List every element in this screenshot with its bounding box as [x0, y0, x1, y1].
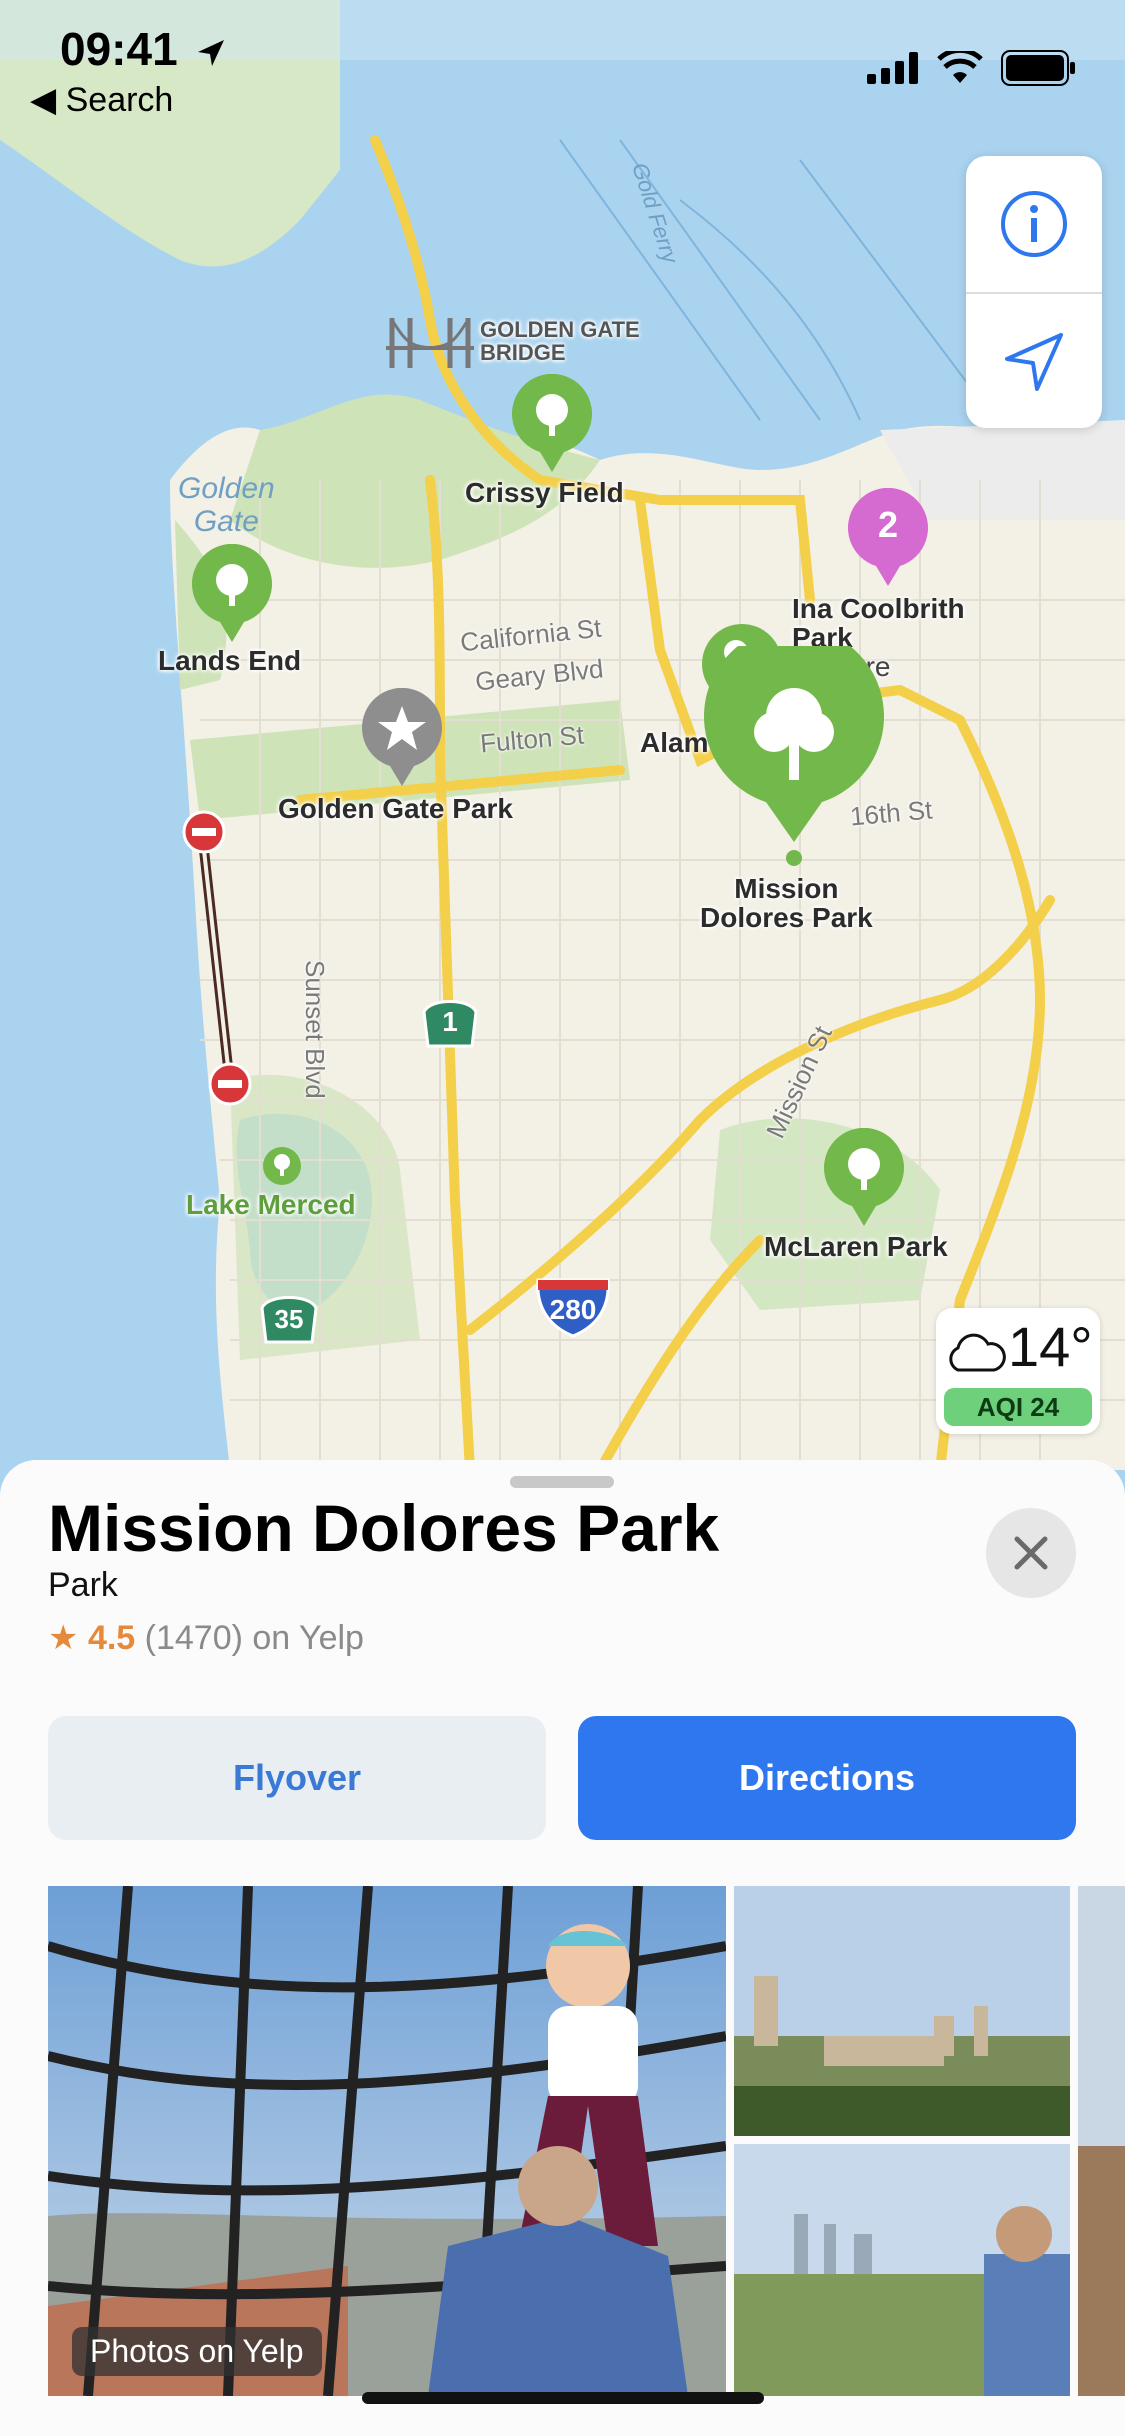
back-to-search-button[interactable]: ◀ Search — [30, 80, 173, 120]
place-title: Mission Dolores Park — [48, 1491, 720, 1565]
alamo-label: Alam — [640, 727, 709, 758]
golden-gate-park-pin[interactable] — [360, 688, 444, 788]
info-button[interactable] — [966, 156, 1102, 292]
road-closed-icon[interactable] — [182, 810, 226, 854]
back-triangle-icon: ◀ — [30, 81, 57, 119]
golden-gate-water-label: Golden Gate — [178, 472, 275, 538]
golden-gate-park-label[interactable]: Golden Gate Park — [278, 794, 513, 824]
mclaren-park-pin[interactable] — [822, 1128, 906, 1228]
photo-skyline-2[interactable] — [734, 2144, 1070, 2396]
photo-playground[interactable]: Photos on Yelp — [48, 1886, 726, 2396]
wifi-icon — [937, 51, 983, 83]
interstate-280-shield: 280 — [534, 1276, 612, 1338]
sunset-blvd-label: Sunset Blvd — [300, 960, 330, 1099]
directions-button[interactable]: Directions — [578, 1716, 1076, 1840]
location-arrow-icon — [198, 39, 225, 66]
cloud-icon — [949, 1333, 1006, 1372]
cluster-pin[interactable]: 2 — [846, 488, 930, 588]
clock: 09:41 — [60, 22, 228, 76]
info-icon — [1001, 191, 1067, 257]
map-controls — [966, 156, 1102, 428]
temperature: 14° — [1008, 1315, 1093, 1378]
home-indicator[interactable] — [362, 2392, 764, 2404]
photo-gallery[interactable]: Photos on Yelp — [48, 1886, 1125, 2396]
interstate-280-number: 280 — [549, 1294, 597, 1325]
mission-dolores-park-label[interactable]: Mission Dolores Park — [700, 874, 873, 933]
status-icons — [867, 50, 1077, 86]
highway-1-number: 1 — [442, 1006, 458, 1037]
photo-skyline-1[interactable] — [734, 1886, 1070, 2136]
weather-widget[interactable]: 14° AQI 24 — [936, 1308, 1100, 1434]
star-icon: ★ — [48, 1619, 79, 1657]
close-icon — [1014, 1536, 1048, 1570]
status-bar: 09:41 ◀ Search — [0, 0, 1125, 130]
crissy-field-pin[interactable] — [510, 374, 594, 474]
golden-gate-bridge-icon — [386, 318, 474, 368]
sheet-grabber[interactable] — [510, 1476, 614, 1488]
place-card[interactable]: Mission Dolores Park Park ★ 4.5 (1470) o… — [0, 1460, 1125, 2436]
highway-35-number: 35 — [274, 1304, 304, 1334]
road-closed-icon[interactable] — [208, 1062, 252, 1106]
golden-gate-bridge-label: GOLDEN GATE BRIDGE — [480, 317, 640, 366]
clock-time: 09:41 — [60, 23, 178, 75]
photo-partial[interactable] — [1078, 1886, 1125, 2396]
rating-source: on Yelp — [252, 1619, 364, 1657]
battery-icon — [1001, 50, 1075, 86]
close-button[interactable] — [986, 1508, 1076, 1598]
track-location-button[interactable] — [966, 294, 1102, 430]
lake-merced-label[interactable]: Lake Merced — [186, 1190, 356, 1220]
review-count: (1470) — [144, 1619, 243, 1657]
lands-end-label[interactable]: Lands End — [158, 646, 301, 676]
crissy-field-label[interactable]: Crissy Field — [465, 478, 624, 508]
mission-dolores-park-selected-pin[interactable] — [704, 646, 884, 866]
mclaren-park-label[interactable]: McLaren Park — [764, 1232, 948, 1262]
place-category: Park — [48, 1566, 118, 1604]
aqi-badge: AQI 24 — [944, 1388, 1092, 1426]
map-view[interactable]: GOLDEN GATE BRIDGE Golden Gate Gold Ferry … — [0, 0, 1125, 1470]
location-arrow-icon — [1005, 333, 1063, 391]
rating-row[interactable]: ★ 4.5 (1470) on Yelp — [48, 1618, 364, 1658]
flyover-button[interactable]: Flyover — [48, 1716, 546, 1840]
lake-merced-pin[interactable] — [262, 1146, 302, 1186]
back-label: Search — [65, 81, 174, 119]
rating-score: 4.5 — [87, 1619, 136, 1657]
highway-35-shield: 35 — [258, 1290, 320, 1346]
cluster-count: 2 — [877, 504, 899, 545]
lands-end-pin[interactable] — [190, 544, 274, 644]
cellular-signal-icon — [867, 52, 918, 84]
ina-coolbrith-park-label[interactable]: Ina Coolbrith Park — [792, 594, 965, 653]
photos-on-yelp-badge: Photos on Yelp — [72, 2327, 322, 2376]
highway-1-shield: 1 — [420, 994, 480, 1050]
